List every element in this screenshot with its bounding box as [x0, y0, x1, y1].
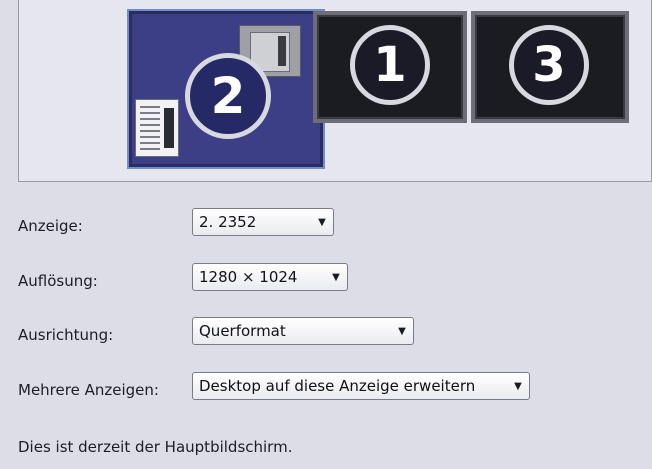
- multiple-displays-row: Mehrere Anzeigen:: [18, 375, 159, 405]
- monitor-2-selected[interactable]: 2: [127, 9, 325, 169]
- chevron-down-icon: ▼: [514, 380, 522, 392]
- monitor-arrangement-panel: 2 1 3: [18, 0, 652, 182]
- orientation-label: Ausrichtung:: [18, 326, 114, 344]
- resolution-row: Auflösung:: [18, 266, 98, 296]
- orientation-select-value: Querformat: [199, 322, 286, 340]
- chevron-down-icon: ▼: [332, 271, 340, 283]
- monitor-number-badge: 1: [350, 25, 430, 105]
- resolution-select-value: 1280 × 1024: [199, 268, 298, 286]
- monitor-number-badge: 2: [185, 53, 271, 139]
- chevron-down-icon: ▼: [318, 216, 326, 228]
- monitor-1[interactable]: 1: [313, 11, 467, 123]
- mini-window-preview: [135, 99, 179, 157]
- resolution-label: Auflösung:: [18, 272, 98, 290]
- multiple-displays-select-value: Desktop auf diese Anzeige erweitern: [199, 377, 476, 395]
- multiple-displays-label: Mehrere Anzeigen:: [18, 381, 159, 399]
- orientation-row: Ausrichtung:: [18, 320, 113, 350]
- display-select[interactable]: 2. 2352 ▼: [192, 208, 334, 236]
- orientation-select[interactable]: Querformat ▼: [192, 317, 414, 345]
- monitor-3[interactable]: 3: [471, 11, 629, 123]
- chevron-down-icon: ▼: [398, 325, 406, 337]
- display-label: Anzeige:: [18, 217, 83, 235]
- display-row: Anzeige:: [18, 211, 83, 241]
- monitor-number-badge: 3: [509, 25, 589, 105]
- multiple-displays-select[interactable]: Desktop auf diese Anzeige erweitern ▼: [192, 372, 530, 400]
- primary-display-status: Dies ist derzeit der Hauptbildschirm.: [18, 438, 293, 456]
- resolution-select[interactable]: 1280 × 1024 ▼: [192, 263, 348, 291]
- display-select-value: 2. 2352: [199, 213, 257, 231]
